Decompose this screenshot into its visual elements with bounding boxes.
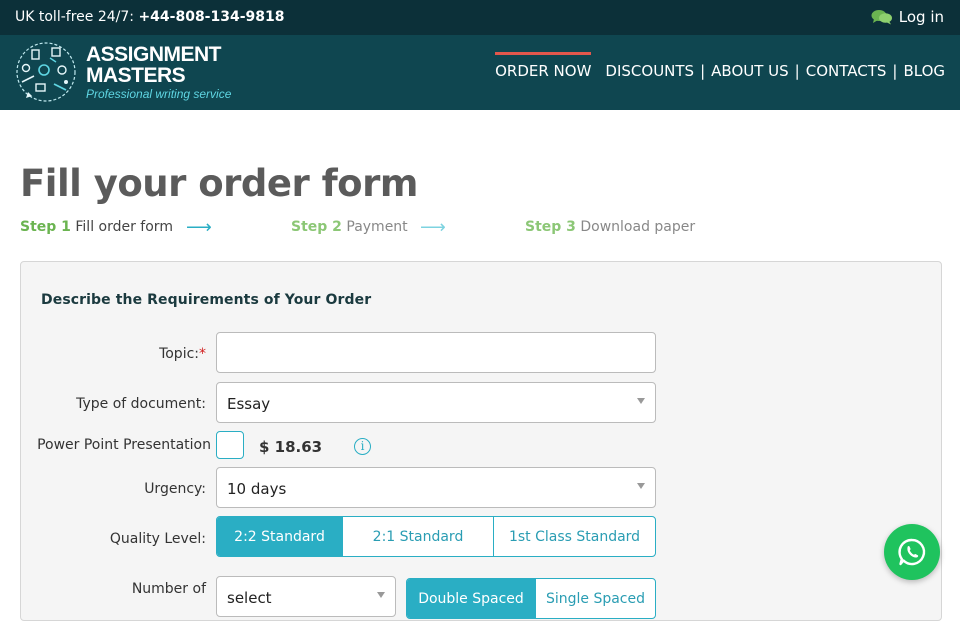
step-2-num: Step 2 bbox=[291, 219, 342, 235]
urgency-label: Urgency: bbox=[144, 481, 206, 497]
whatsapp-button[interactable] bbox=[884, 524, 940, 580]
doc-type-label: Type of document: bbox=[76, 396, 206, 412]
spacing-option-single[interactable]: Single Spaced bbox=[535, 579, 655, 618]
urgency-value: 10 days bbox=[227, 480, 287, 498]
info-icon[interactable]: i bbox=[354, 438, 371, 455]
quality-option-22[interactable]: 2:2 Standard bbox=[217, 517, 342, 556]
ppt-label: Power Point Presentation bbox=[37, 437, 211, 453]
step-1-label: Fill order form bbox=[75, 219, 173, 235]
nav-blog[interactable]: BLOG bbox=[903, 52, 945, 90]
phone-number[interactable]: +44-808-134-9818 bbox=[138, 9, 284, 25]
form-heading: Describe the Requirements of Your Order bbox=[41, 292, 372, 308]
nav-discounts[interactable]: DISCOUNTS bbox=[605, 52, 694, 90]
quality-segmented-control: 2:2 Standard 2:1 Standard 1st Class Stan… bbox=[216, 516, 656, 557]
pages-label: Number of bbox=[131, 581, 206, 597]
topic-label: Topic:* bbox=[21, 346, 206, 362]
nav-contacts[interactable]: CONTACTS bbox=[806, 52, 887, 90]
pages-select[interactable]: select bbox=[216, 576, 396, 617]
nav-separator: | bbox=[892, 62, 898, 80]
nav-about-us[interactable]: ABOUT US bbox=[711, 52, 789, 90]
header-scallop-edge bbox=[0, 106, 960, 114]
login-link[interactable]: Log in bbox=[871, 8, 944, 26]
nav-order-now[interactable]: ORDER NOW bbox=[495, 52, 592, 90]
login-label: Log in bbox=[898, 8, 944, 26]
logo-line2: MASTERS bbox=[86, 64, 186, 87]
nav-separator: | bbox=[794, 62, 800, 80]
ppt-price: $ 18.63 bbox=[259, 438, 323, 456]
logo-tagline: Professional writing service bbox=[86, 87, 232, 101]
quality-option-1st[interactable]: 1st Class Standard bbox=[493, 517, 655, 556]
step-indicator: Step 1 Fill order form ⟶ Step 2 Payment … bbox=[20, 217, 720, 239]
step-3: Step 3 Download paper bbox=[525, 219, 695, 235]
step-arrow-icon: ⟶ bbox=[186, 217, 212, 238]
spacing-segmented-control: Double Spaced Single Spaced bbox=[406, 578, 656, 619]
step-3-label: Download paper bbox=[580, 219, 696, 235]
whatsapp-icon bbox=[898, 538, 926, 566]
phone-info: UK toll-free 24/7: +44-808-134-9818 bbox=[15, 9, 285, 25]
urgency-select[interactable]: 10 days bbox=[216, 467, 656, 508]
doc-type-select[interactable]: Essay bbox=[216, 382, 656, 423]
pages-value: select bbox=[227, 589, 272, 607]
step-1-num: Step 1 bbox=[20, 219, 71, 235]
step-3-num: Step 3 bbox=[525, 219, 576, 235]
step-2: Step 2 Payment bbox=[291, 219, 408, 235]
logo-text: ASSIGNMENT MASTERS Professional writing … bbox=[86, 44, 231, 101]
doodle-circle-icon bbox=[16, 42, 76, 102]
order-form-panel: Describe the Requirements of Your Order … bbox=[20, 261, 942, 621]
step-arrow-icon: ⟶ bbox=[420, 217, 446, 238]
main-nav: ORDER NOW DISCOUNTS | ABOUT US | CONTACT… bbox=[495, 52, 945, 90]
nav-separator: | bbox=[700, 62, 706, 80]
chevron-down-icon bbox=[637, 398, 645, 404]
spacing-option-double[interactable]: Double Spaced bbox=[407, 579, 535, 618]
quality-option-21[interactable]: 2:1 Standard bbox=[342, 517, 493, 556]
step-1: Step 1 Fill order form bbox=[20, 219, 173, 235]
ppt-checkbox[interactable] bbox=[216, 431, 244, 459]
logo-line1: ASSIGNMENT bbox=[86, 43, 222, 66]
phone-prefix: UK toll-free 24/7: bbox=[15, 9, 139, 25]
topic-label-text: Topic: bbox=[159, 346, 199, 362]
required-mark: * bbox=[199, 346, 206, 362]
quality-label: Quality Level: bbox=[109, 531, 206, 547]
page-title: Fill your order form bbox=[20, 162, 418, 205]
top-bar: UK toll-free 24/7: +44-808-134-9818 Log … bbox=[0, 0, 960, 35]
topic-input[interactable] bbox=[216, 332, 656, 373]
chat-bubbles-icon bbox=[871, 10, 892, 25]
chevron-down-icon bbox=[637, 483, 645, 489]
site-header: ASSIGNMENT MASTERS Professional writing … bbox=[0, 35, 960, 114]
chevron-down-icon bbox=[377, 592, 385, 598]
site-logo[interactable]: ASSIGNMENT MASTERS Professional writing … bbox=[14, 40, 231, 104]
doc-type-value: Essay bbox=[227, 395, 271, 413]
step-2-label: Payment bbox=[346, 219, 408, 235]
